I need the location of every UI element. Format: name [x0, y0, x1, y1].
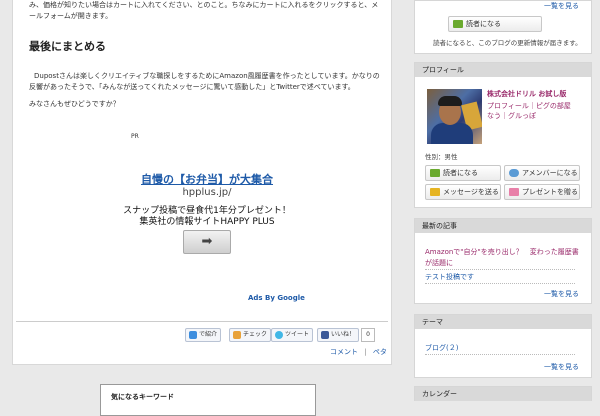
reader-icon	[453, 20, 463, 28]
article-paragraph-1b: 反響があったそうで、「みんなが送ってくれたメッセージに驚いて感動した」とTwit…	[29, 83, 355, 91]
ad-url[interactable]: hpplus.jp/	[0, 187, 414, 198]
peta-link[interactable]: ペタ	[373, 348, 387, 356]
profile-name-link[interactable]: 株式会社ドリル お試し版	[487, 89, 566, 99]
theme-widget: テーマ ブログ(２) 一覧を見る	[414, 314, 592, 378]
pr-label: PR	[131, 133, 139, 140]
recent-heading: 最新の記事	[415, 219, 591, 233]
calendar-heading: カレンダー	[415, 387, 591, 401]
facebook-icon	[321, 330, 329, 339]
theme-heading: テーマ	[415, 315, 591, 329]
section-heading: 最後にまとめる	[29, 40, 106, 53]
ad-arrow-button[interactable]: ➡	[183, 230, 231, 254]
keyword-box-title: 気になるキーワード	[111, 393, 174, 401]
reader-note: 読者になると、このブログの更新情報が届きます。	[433, 39, 582, 47]
present-button[interactable]: プレゼントを贈る	[504, 184, 580, 200]
arrow-right-icon: ➡	[201, 234, 213, 249]
article-text-intro-1: み、価格が知りたい場合はカートに入れてください、とのこと。ちなみにカートに入れる…	[29, 1, 379, 9]
message-button[interactable]: メッセージを送る	[425, 184, 501, 200]
mail-icon	[430, 188, 440, 196]
ads-by-google-link[interactable]: Ads By Google	[248, 294, 305, 302]
reader-icon	[430, 169, 440, 177]
recent-article-1b[interactable]: が話題に	[425, 258, 453, 268]
bookmark-icon	[189, 330, 197, 339]
recent-article-2[interactable]: テスト投稿です	[425, 272, 474, 282]
recent-article-1a[interactable]: Amazonで"自分"を売り出し？ 変わった履歴書	[425, 247, 579, 257]
reader-button[interactable]: 読者になる	[448, 16, 542, 32]
reader-more-link[interactable]: 一覧を見る	[544, 1, 579, 11]
share-button-tweet[interactable]: ツイート	[271, 328, 314, 342]
recent-articles-widget: 最新の記事 Amazonで"自分"を売り出し？ 変わった履歴書 が話題に テスト…	[414, 218, 592, 304]
ad-description-2: 集英社の情報サイトHAPPY PLUS	[139, 217, 275, 227]
article-paragraph-1a: Dupostさんは楽しくクリエイティブな職探しをするためにAmazon風履歴書を…	[34, 72, 380, 80]
separator: |	[364, 348, 367, 356]
profile-gender: 性別：男性	[425, 153, 458, 161]
profile-links-1[interactable]: プロフィール｜ピグの部屋	[487, 101, 571, 111]
reader-widget: 一覧を見る 読者になる 読者になると、このブログの更新情報が届きます。	[414, 0, 592, 54]
check-icon	[233, 330, 241, 339]
article-paragraph-2: みなさんもぜひどうですか？	[29, 100, 120, 108]
comment-link[interactable]: コメント	[330, 348, 358, 356]
article-text-intro-2: ールフォームが開きます。	[29, 12, 113, 20]
amember-button[interactable]: アメンバーになる	[504, 165, 580, 181]
article-footer-links: コメント | ペタ	[330, 347, 387, 357]
calendar-widget: カレンダー	[414, 386, 592, 401]
ad-title-link[interactable]: 自慢の【お弁当】が大集合	[0, 171, 414, 187]
profile-reader-button[interactable]: 読者になる	[425, 165, 501, 181]
amember-icon	[509, 169, 519, 177]
recent-more-link[interactable]: 一覧を見る	[544, 289, 579, 299]
share-button-bookmark[interactable]: で紹介	[185, 328, 222, 342]
divider	[16, 321, 388, 322]
theme-more-link[interactable]: 一覧を見る	[544, 362, 579, 372]
profile-heading: プロフィール	[415, 63, 591, 77]
profile-links-2[interactable]: なう｜グルっぽ	[487, 111, 536, 121]
keyword-box: 気になるキーワード	[100, 384, 316, 416]
like-count: 0	[361, 328, 375, 342]
avatar[interactable]	[427, 89, 482, 144]
gift-icon	[509, 188, 519, 196]
profile-widget: プロフィール 株式会社ドリル お試し版 プロフィール｜ピグの部屋 なう｜グルっぽ…	[414, 62, 592, 208]
theme-item-blog[interactable]: ブログ(２)	[425, 343, 458, 353]
share-button-check[interactable]: チェック	[229, 328, 272, 342]
twitter-icon	[275, 330, 283, 339]
share-button-like[interactable]: いいね！	[317, 328, 360, 342]
